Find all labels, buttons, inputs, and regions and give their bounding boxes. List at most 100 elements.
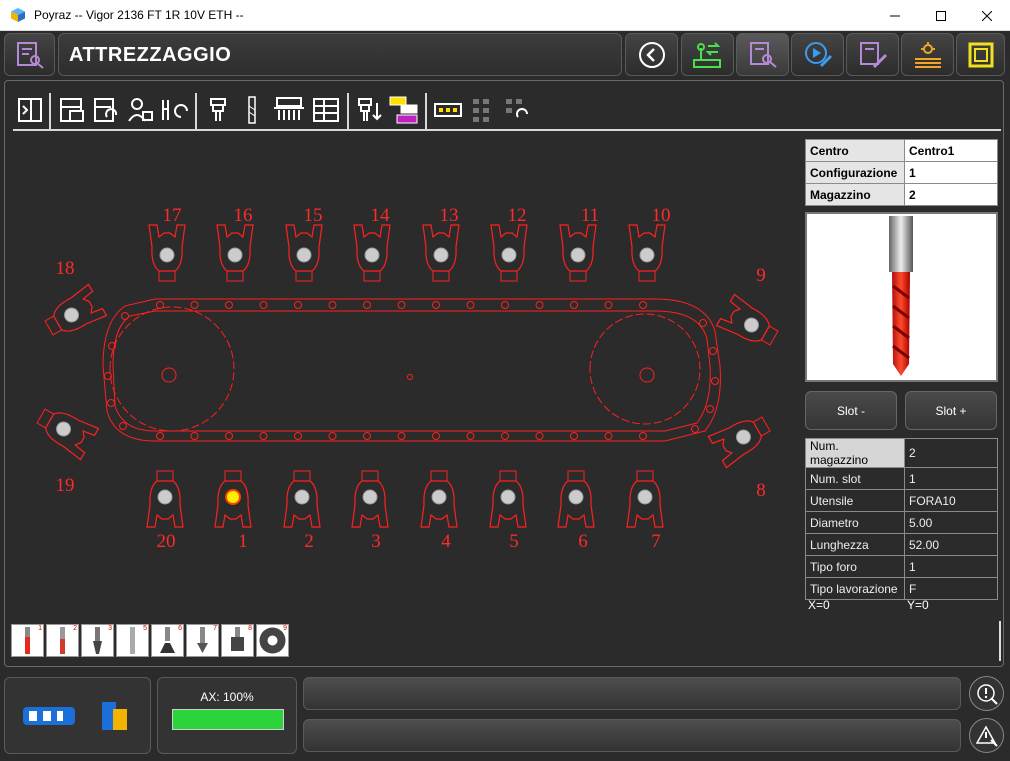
machine-transfer-button[interactable] bbox=[681, 33, 734, 76]
magazine-slot[interactable] bbox=[489, 470, 527, 528]
chain-pin bbox=[156, 432, 164, 440]
grid-refresh-button[interactable] bbox=[501, 95, 531, 125]
drill-bit-button[interactable] bbox=[237, 95, 267, 125]
magazine-slot[interactable] bbox=[353, 224, 391, 282]
slot-number-label: 12 bbox=[508, 205, 527, 226]
tool-thumb[interactable]: 9 bbox=[256, 624, 289, 657]
magazine-slot[interactable] bbox=[216, 224, 254, 282]
center-point bbox=[407, 374, 413, 380]
grid-refresh-icon bbox=[506, 99, 528, 118]
close-button[interactable] bbox=[964, 0, 1010, 31]
tool-thumb[interactable]: 2 bbox=[46, 624, 79, 657]
slot-layout-button[interactable] bbox=[433, 95, 463, 125]
magazine-slot[interactable] bbox=[283, 470, 321, 528]
tool-thumb[interactable]: 5 bbox=[116, 624, 149, 657]
back-button[interactable] bbox=[625, 33, 678, 76]
save-refresh-button[interactable] bbox=[91, 95, 121, 125]
magazine-slot[interactable] bbox=[148, 224, 186, 282]
user-lock-button[interactable] bbox=[125, 95, 155, 125]
slot-number-label: 2 bbox=[304, 531, 314, 552]
setup-edit-button[interactable] bbox=[846, 33, 899, 76]
slot-number-label: 13 bbox=[440, 205, 459, 226]
page-header: ATTREZZAGGIO bbox=[58, 33, 622, 76]
tool-thumb-number: 3 bbox=[108, 625, 112, 632]
slot-number-label: 8 bbox=[756, 480, 766, 501]
tool-down-arrow-icon bbox=[358, 98, 382, 121]
slot-link bbox=[432, 270, 450, 282]
main-menu-button[interactable] bbox=[4, 33, 55, 76]
exit-setup-button[interactable] bbox=[15, 95, 45, 125]
color-magazine-button[interactable] bbox=[389, 95, 419, 125]
machine-transfer-icon bbox=[692, 41, 721, 68]
slot-tool bbox=[362, 489, 378, 505]
magazine-slot[interactable] bbox=[351, 470, 389, 528]
warning-search-icon bbox=[975, 724, 998, 747]
minimize-button[interactable] bbox=[872, 0, 918, 31]
magazine-slot[interactable] bbox=[490, 224, 528, 282]
slot-link bbox=[430, 470, 448, 482]
tool-thumb[interactable]: 1 bbox=[11, 624, 44, 657]
slot-link bbox=[158, 270, 176, 282]
tool-settings-button[interactable] bbox=[159, 95, 189, 125]
axis-progress-bar bbox=[172, 709, 284, 730]
save-button[interactable] bbox=[57, 95, 87, 125]
magazine-slot[interactable] bbox=[628, 224, 666, 282]
tool-thumb-number: 5 bbox=[143, 625, 147, 632]
frame-button[interactable] bbox=[956, 33, 1005, 76]
config-value: 1 bbox=[904, 161, 998, 184]
heating-button[interactable] bbox=[901, 33, 954, 76]
chain-pin bbox=[107, 399, 115, 407]
slot-tool bbox=[639, 247, 655, 263]
slot-tool bbox=[500, 489, 516, 505]
minimize-icon bbox=[890, 15, 900, 16]
program-edit-button[interactable] bbox=[791, 33, 844, 76]
magazine-slot[interactable] bbox=[40, 283, 108, 343]
magazine-slot[interactable] bbox=[559, 224, 597, 282]
chain-pin bbox=[397, 432, 406, 440]
y-coordinate: Y=0 bbox=[907, 598, 929, 612]
slot-link bbox=[569, 270, 587, 282]
magazine-slot[interactable] bbox=[707, 408, 774, 469]
magazine-slot[interactable] bbox=[32, 400, 100, 461]
magazine-slot[interactable] bbox=[715, 293, 782, 353]
slot-prev-button[interactable]: Slot - bbox=[805, 391, 897, 430]
center-row: Centro Centro1 bbox=[805, 139, 998, 162]
panel-bracket bbox=[999, 621, 1001, 661]
tool-detail-table: Num. magazzino 2 Num. slot 1 Utensile FO… bbox=[805, 438, 998, 600]
center-key: Centro bbox=[805, 139, 905, 162]
sprocket-right bbox=[589, 313, 701, 425]
slot-link bbox=[636, 470, 654, 482]
magazine-slot[interactable] bbox=[420, 470, 458, 528]
tool-thumb[interactable]: 7 bbox=[186, 624, 219, 657]
tool-thumb[interactable]: 6 bbox=[151, 624, 184, 657]
tooling-setup-button[interactable] bbox=[736, 33, 789, 76]
slot-tool bbox=[159, 247, 175, 263]
magazine-slot[interactable] bbox=[626, 470, 664, 528]
warning-button[interactable] bbox=[969, 718, 1004, 753]
table-view-button[interactable] bbox=[311, 95, 341, 125]
chain-pin bbox=[190, 301, 199, 309]
grid-disabled-button[interactable] bbox=[467, 95, 497, 125]
slot-number-label: 6 bbox=[578, 531, 588, 552]
user-lock-icon bbox=[128, 98, 153, 122]
magazine-slot[interactable] bbox=[422, 224, 460, 282]
slot-link bbox=[36, 408, 55, 429]
magazine-slot[interactable] bbox=[146, 470, 184, 528]
window-title: Poyraz -- Vigor 2136 FT 1R 10V ETH -- bbox=[34, 8, 244, 22]
magazine-slot[interactable] bbox=[285, 224, 323, 282]
chain-pin bbox=[225, 301, 233, 309]
magazine-slot[interactable] bbox=[557, 470, 595, 528]
alarm-button[interactable] bbox=[969, 676, 1004, 711]
unload-tool-button[interactable] bbox=[355, 95, 385, 125]
magazine-config-button[interactable] bbox=[271, 95, 307, 125]
axis-status-panel: AX: 100% bbox=[157, 677, 297, 754]
magazine-slot[interactable] bbox=[214, 470, 252, 528]
tool-holder-button[interactable] bbox=[203, 95, 233, 125]
chain-pin bbox=[294, 301, 302, 309]
tool-thumb[interactable]: 8 bbox=[221, 624, 254, 657]
slot-next-button[interactable]: Slot + bbox=[905, 391, 997, 430]
tool-thumb[interactable]: 3 bbox=[81, 624, 114, 657]
wrench-refresh-icon bbox=[162, 100, 188, 120]
tool-preview bbox=[805, 212, 998, 382]
maximize-button[interactable] bbox=[918, 0, 964, 31]
